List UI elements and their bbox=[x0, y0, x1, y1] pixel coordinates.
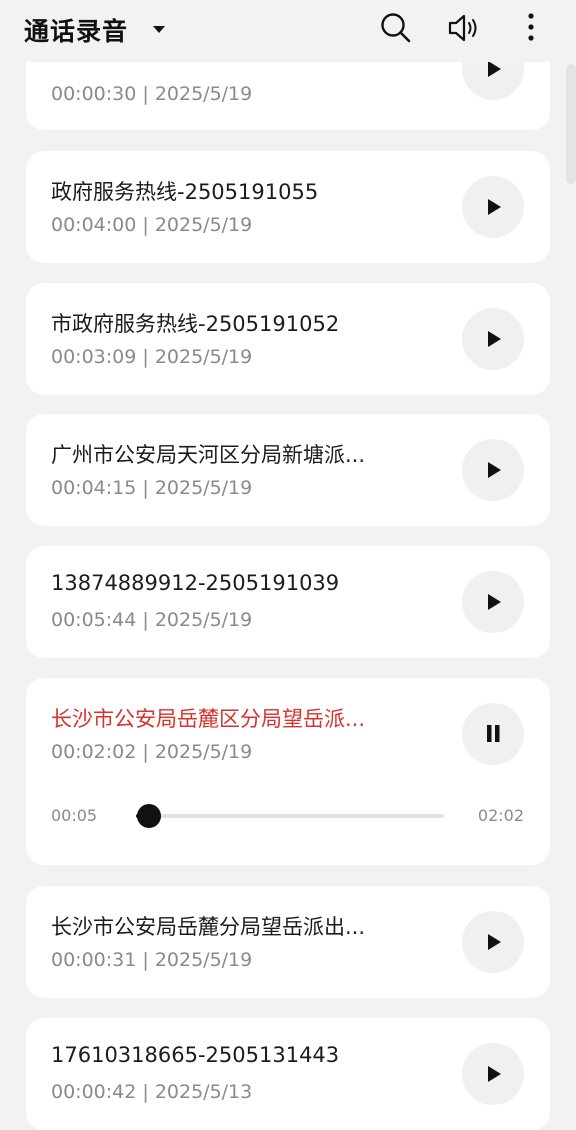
play-icon bbox=[488, 934, 501, 950]
recording-name: 13874889912-2505191039 bbox=[51, 571, 340, 595]
seek-thumb[interactable] bbox=[136, 804, 161, 828]
play-icon bbox=[488, 462, 501, 478]
recording-meta: 00:04:00 | 2025/5/19 bbox=[51, 214, 253, 236]
play-button[interactable] bbox=[462, 308, 524, 370]
recording-list: 00:00:30 | 2025/5/19 政府服务热线-2505191055 0… bbox=[0, 0, 576, 1130]
recording-name: 政府服务热线-2505191055 bbox=[51, 180, 319, 204]
page-title[interactable]: 通话录音 bbox=[24, 12, 128, 48]
recording-meta: 00:04:15 | 2025/5/19 bbox=[51, 477, 253, 499]
scrollbar[interactable] bbox=[566, 64, 576, 184]
recording-meta: 00:00:30 | 2025/5/19 bbox=[51, 83, 253, 105]
play-icon bbox=[488, 1066, 501, 1082]
more-vert-icon[interactable] bbox=[513, 10, 549, 46]
recording-item[interactable]: 17610318665-2505131443 00:00:42 | 2025/5… bbox=[26, 1018, 550, 1130]
playback-duration: 02:02 bbox=[477, 806, 524, 825]
speaker-icon[interactable] bbox=[446, 10, 482, 46]
recording-item-playing[interactable]: 长沙市公安局岳麓区分局望岳派... 00:02:02 | 2025/5/19 0… bbox=[26, 678, 550, 865]
play-button[interactable] bbox=[462, 1043, 524, 1105]
play-button[interactable] bbox=[462, 911, 524, 973]
recording-item[interactable]: 长沙市公安局岳麓分局望岳派出... 00:00:31 | 2025/5/19 bbox=[26, 886, 550, 998]
recording-meta: 00:05:44 | 2025/5/19 bbox=[51, 609, 253, 631]
recording-name: 市政府服务热线-2505191052 bbox=[51, 312, 340, 336]
play-icon bbox=[488, 331, 501, 347]
playback-position: 00:05 bbox=[51, 806, 98, 825]
play-button[interactable] bbox=[462, 571, 524, 633]
recording-meta: 00:00:42 | 2025/5/13 bbox=[51, 1081, 253, 1103]
pause-icon bbox=[487, 725, 500, 742]
recording-name: 广州市公安局天河区分局新塘派... bbox=[51, 443, 366, 467]
app-header: 通话录音 bbox=[0, 0, 576, 62]
recording-item[interactable]: 13874889912-2505191039 00:05:44 | 2025/5… bbox=[26, 546, 550, 658]
play-icon bbox=[488, 594, 501, 610]
chevron-down-icon[interactable] bbox=[153, 26, 165, 33]
seek-bar[interactable] bbox=[136, 804, 444, 828]
recording-item[interactable]: 广州市公安局天河区分局新塘派... 00:04:15 | 2025/5/19 bbox=[26, 414, 550, 526]
recording-item[interactable]: 政府服务热线-2505191055 00:04:00 | 2025/5/19 bbox=[26, 151, 550, 263]
play-button[interactable] bbox=[462, 439, 524, 501]
recording-item[interactable]: 市政府服务热线-2505191052 00:03:09 | 2025/5/19 bbox=[26, 283, 550, 395]
pause-button[interactable] bbox=[462, 703, 524, 765]
recording-name: 17610318665-2505131443 bbox=[51, 1043, 340, 1067]
play-button[interactable] bbox=[462, 176, 524, 238]
recording-name: 长沙市公安局岳麓区分局望岳派... bbox=[51, 707, 366, 731]
recording-meta: 00:03:09 | 2025/5/19 bbox=[51, 346, 253, 368]
play-icon bbox=[488, 199, 501, 215]
recording-name: 长沙市公安局岳麓分局望岳派出... bbox=[51, 915, 366, 939]
recording-meta: 00:00:31 | 2025/5/19 bbox=[51, 949, 253, 971]
recording-meta: 00:02:02 | 2025/5/19 bbox=[51, 741, 253, 763]
search-icon[interactable] bbox=[378, 10, 414, 46]
